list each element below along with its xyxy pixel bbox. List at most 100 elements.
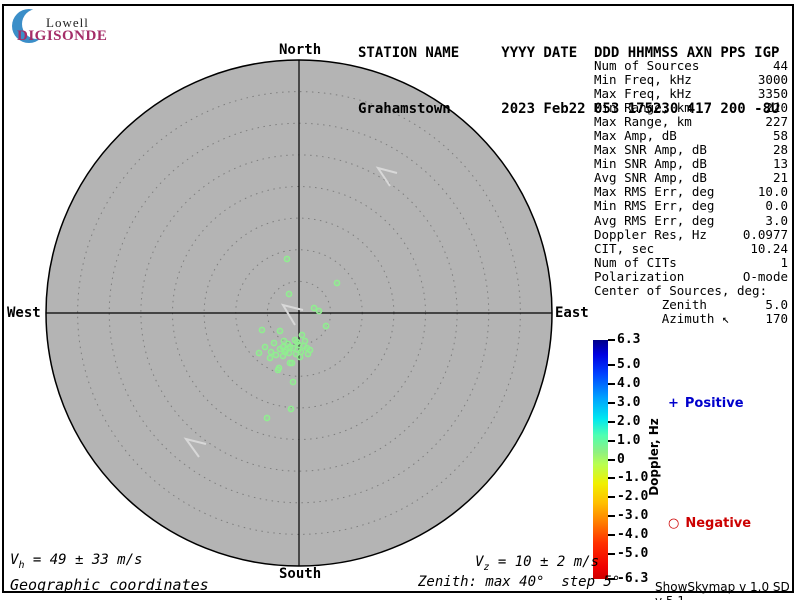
- circle-marker-icon: ○: [668, 516, 680, 531]
- stat-label: Max Range, km: [594, 114, 692, 130]
- stat-value: 3350: [757, 86, 788, 102]
- colorbar-tick: [608, 363, 615, 366]
- stat-value: 1: [780, 254, 788, 270]
- stat-label: Max RMS Err, deg: [594, 184, 715, 200]
- software-version-label: ShowSkymap v 1.0 SD v 5.1: [655, 580, 790, 600]
- stat-value: 220: [765, 100, 788, 116]
- colorbar-tick-label: -1.0: [617, 470, 649, 486]
- stat-value: 170: [765, 310, 788, 326]
- colorbar-tick-label: -5.0: [617, 546, 649, 562]
- stat-value: 3000: [757, 72, 788, 88]
- stat-value: 10.0: [757, 184, 788, 200]
- stat-row: Max Range, km 227: [594, 115, 788, 129]
- stat-row: CIT, sec 10.24: [594, 240, 788, 256]
- stat-value: 28: [772, 142, 788, 158]
- stat-label: Min Range, km: [594, 100, 692, 116]
- colorbar-axis-label: Doppler, Hz: [647, 418, 661, 496]
- stat-row: Max SNR Amp, dB 28: [594, 143, 788, 157]
- vz-value: = 10 ± 2 m/s: [489, 554, 600, 570]
- stat-row: Avg RMS Err, deg 3.0: [594, 212, 788, 228]
- colorbar-tick: [608, 553, 615, 556]
- stat-row: Min RMS Err, deg 0.0: [594, 199, 788, 213]
- lowell-digisonde-logo: Lowell DIGISONDE: [8, 5, 123, 47]
- colorbar-tick: [608, 458, 615, 461]
- colorbar-tick: [608, 477, 615, 480]
- colorbar-tick-label: -3.0: [617, 508, 649, 524]
- stat-label: Min Freq, kHz: [594, 72, 692, 88]
- colorbar-tick: [608, 496, 615, 499]
- colorbar-tick-label: 6.3: [617, 332, 641, 347]
- negative-label: Negative: [685, 516, 752, 531]
- stat-value: 58: [772, 128, 788, 144]
- stat-row: Min Range, km 220: [594, 101, 788, 115]
- stat-label: Max SNR Amp, dB: [594, 142, 707, 158]
- stat-row: Max Freq, kHz 3350: [594, 87, 788, 101]
- colorbar-tick-label: -6.3: [617, 571, 649, 586]
- stat-row: Num of Sources 44: [594, 58, 788, 73]
- colorbar-tick: [608, 439, 615, 442]
- stat-row: Doppler Res, Hz 0.0977: [594, 226, 788, 242]
- stat-value: O-mode: [742, 268, 788, 284]
- compass-south-label: South: [279, 566, 322, 582]
- doppler-colorbar: 6.3 5.0 4.0 3.0 2.0 1.0 0 -1.0 -2.0 -3.0 -4.0 -5.0 -…: [593, 332, 793, 586]
- stat-value: 227: [765, 114, 788, 130]
- stat-label: Doppler Res, Hz: [594, 226, 707, 242]
- stat-label: Min SNR Amp, dB: [594, 156, 707, 172]
- stat-value: 3.0: [765, 212, 788, 228]
- stat-label: Avg SNR Amp, dB: [594, 170, 707, 186]
- colorbar-tick: [608, 401, 615, 404]
- horizontal-velocity-readout: Vh = 49 ± 33 m/s: [10, 552, 142, 571]
- stat-label: Polarization: [594, 268, 685, 284]
- stat-row: Center of Sources, deg:: [594, 282, 788, 298]
- plus-marker-icon: +: [668, 396, 679, 411]
- stat-value: 21: [772, 170, 788, 186]
- compass-north-label: North: [279, 42, 322, 58]
- colorbar-tick-label: -4.0: [617, 527, 649, 543]
- colorbar-tick: [608, 420, 615, 423]
- stat-label: Min RMS Err, deg: [594, 198, 715, 214]
- negative-doppler-legend: ○ Negative: [668, 516, 751, 531]
- colorbar-tick-label: 3.0: [617, 394, 641, 410]
- stat-row: Polarization O-mode: [594, 268, 788, 284]
- stat-row: Max Amp, dB 58: [594, 129, 788, 143]
- skymap-window: Lowell DIGISONDE STATION NAME YYYY DATE …: [0, 0, 800, 600]
- colorbar-tick-label: 5.0: [617, 356, 641, 372]
- zenith-scale-label: Zenith: max 40° step 5°: [418, 574, 621, 590]
- stat-value: 5.0: [765, 296, 788, 312]
- stat-value: 0.0977: [742, 226, 788, 242]
- stat-row: Azimuth ↖ 170: [594, 310, 788, 326]
- stat-row: Min Freq, kHz 3000: [594, 72, 788, 88]
- colorbar-tick: [608, 515, 615, 518]
- stat-label: Max Amp, dB: [594, 128, 677, 144]
- colorbar-tick-label: 4.0: [617, 375, 641, 391]
- vh-value: = 49 ± 33 m/s: [24, 552, 143, 568]
- colorbar-tick: [608, 382, 615, 385]
- colorbar-tick: [608, 339, 615, 341]
- stat-label: Avg RMS Err, deg: [594, 212, 715, 228]
- stat-row: Max RMS Err, deg 10.0: [594, 185, 788, 199]
- compass-east-label: East: [555, 305, 589, 321]
- stat-label: Num of CITs: [594, 254, 677, 270]
- compass-west-label: West: [7, 305, 41, 321]
- positive-label: Positive: [684, 396, 744, 411]
- stat-label: Max Freq, kHz: [594, 86, 692, 102]
- stat-label: Azimuth ↖: [594, 310, 730, 326]
- stat-label: Zenith: [594, 296, 707, 312]
- positive-doppler-legend: + Positive: [668, 396, 744, 411]
- colorbar-tick: [608, 534, 615, 537]
- stats-panel: Num of Sources 44 Min Freq, kHz 3000 Max Fre…: [594, 58, 788, 326]
- stat-row: Zenith 5.0: [594, 296, 788, 312]
- stat-label: Center of Sources, deg:: [594, 282, 768, 298]
- stat-value: 10.24: [750, 240, 788, 256]
- stat-row: Avg SNR Amp, dB 21: [594, 171, 788, 185]
- colorbar-tick-label: 0: [617, 451, 625, 467]
- logo-digisonde-text: DIGISONDE: [17, 28, 108, 44]
- vertical-velocity-readout: Vz = 10 ± 2 m/s: [475, 554, 599, 573]
- stat-value: 13: [772, 156, 788, 172]
- stat-value: 44: [772, 58, 788, 73]
- stat-row: Num of CITs 1: [594, 254, 788, 270]
- colorbar-gradient: [593, 340, 608, 579]
- stat-label: Num of Sources: [594, 58, 700, 73]
- coordinate-system-label: Geographic coordinates: [10, 576, 209, 594]
- stat-value: 0.0: [765, 198, 788, 214]
